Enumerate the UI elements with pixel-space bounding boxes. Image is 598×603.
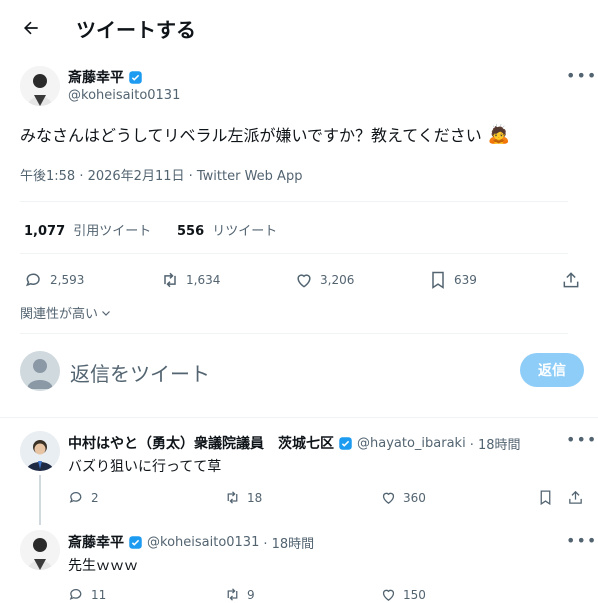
sort-dropdown[interactable]: 関連性が高い: [20, 303, 112, 322]
share-icon: [563, 272, 579, 288]
heart-icon: [382, 492, 395, 504]
retweet-label: リツイート: [212, 224, 278, 239]
back-arrow-icon: [24, 21, 38, 35]
chevron-down-icon: [102, 310, 110, 316]
more-options-icon[interactable]: •••: [566, 66, 597, 85]
reply-author-name[interactable]: 斎藤幸平: [68, 532, 124, 552]
like-action[interactable]: 150: [380, 586, 426, 603]
heart-icon: [297, 274, 311, 288]
tweet-text: みなさんはどうしてリベラル左派が嫌いですか？教えてください: [20, 126, 482, 145]
reply-count: 11: [91, 587, 107, 602]
user-avatar: [20, 351, 60, 391]
retweet-action-count: 1,634: [186, 273, 221, 287]
author-name[interactable]: 斎藤幸平: [68, 67, 124, 87]
reply-input[interactable]: 返信をツイート: [70, 358, 210, 387]
heart-icon: [382, 589, 395, 601]
reply-avatar[interactable]: [20, 530, 60, 570]
retweet-count: 556: [177, 224, 205, 239]
verified-badge-icon: [129, 70, 142, 84]
retweet-count: 18: [247, 490, 263, 505]
retweet-action[interactable]: 18: [224, 489, 262, 506]
tweet-timestamp[interactable]: 午後1:58 · 2026年2月11日 · Twitter Web App: [20, 165, 302, 184]
retweets-stat[interactable]: 556 リツイート: [177, 220, 277, 239]
like-action[interactable]: 360: [380, 489, 426, 506]
reply-avatar[interactable]: [20, 431, 60, 471]
retweet-icon: [227, 588, 238, 601]
thread-line: [39, 475, 41, 525]
reply-button[interactable]: 返信: [520, 353, 584, 387]
reply-time[interactable]: · 18時間: [263, 533, 314, 552]
reply-action[interactable]: 2: [68, 489, 99, 506]
reply-count: 2,593: [50, 273, 85, 287]
default-avatar-icon: [27, 359, 53, 389]
bookmark-icon: [540, 490, 551, 506]
reply-text: バズり狙いに行ってて草: [68, 459, 222, 475]
sort-label: 関連性が高い: [20, 307, 99, 322]
reply-icon: [25, 273, 40, 287]
quote-tweets-stat[interactable]: 1,077 引用ツイート: [24, 220, 151, 239]
person-photo-icon: [20, 530, 60, 570]
retweet-icon: [164, 272, 176, 288]
reply-author-handle[interactable]: @koheisaito0131: [147, 535, 259, 550]
reply-action[interactable]: 2,593: [24, 270, 84, 290]
share-action[interactable]: [561, 270, 581, 290]
bookmark-action[interactable]: 639: [428, 270, 477, 290]
page-title: ツイートする: [76, 18, 196, 42]
bookmark-icon: [432, 271, 444, 289]
person-photo-icon: [20, 66, 60, 106]
back-button[interactable]: [18, 15, 44, 41]
reply-action[interactable]: 11: [68, 586, 106, 603]
reply-author-name[interactable]: 中村はやと（勇太）衆議院議員 茨城七区: [68, 433, 334, 453]
reply-icon: [69, 491, 82, 503]
like-count: 360: [403, 490, 426, 505]
like-count: 150: [403, 587, 426, 602]
quote-label: 引用ツイート: [73, 224, 152, 239]
reply-text: 先生ｗｗｗ: [68, 558, 138, 574]
share-icon: [569, 490, 582, 504]
retweet-action[interactable]: 9: [224, 586, 255, 603]
quote-count: 1,077: [24, 224, 66, 239]
avatar[interactable]: [20, 66, 60, 106]
reply-count: 2: [91, 490, 99, 505]
reply-author-handle[interactable]: @hayato_ibaraki: [357, 436, 466, 451]
share-action[interactable]: [567, 489, 584, 506]
more-options-icon[interactable]: •••: [566, 531, 597, 550]
bookmark-count: 639: [454, 273, 477, 287]
bowing-emoji: 🙇: [487, 123, 511, 145]
like-action[interactable]: 3,206: [294, 270, 354, 290]
reply-time[interactable]: · 18時間: [470, 434, 521, 453]
bookmark-action[interactable]: [537, 489, 554, 506]
person-photo-icon: [20, 431, 60, 471]
verified-badge-icon: [129, 535, 142, 549]
more-options-icon[interactable]: •••: [566, 430, 597, 449]
reply-icon: [69, 588, 82, 600]
retweet-action[interactable]: 1,634: [160, 270, 220, 290]
author-handle[interactable]: @koheisaito0131: [68, 88, 180, 103]
retweet-icon: [227, 491, 238, 504]
verified-badge-icon: [339, 436, 352, 450]
like-count: 3,206: [320, 273, 355, 287]
retweet-count: 9: [247, 587, 255, 602]
